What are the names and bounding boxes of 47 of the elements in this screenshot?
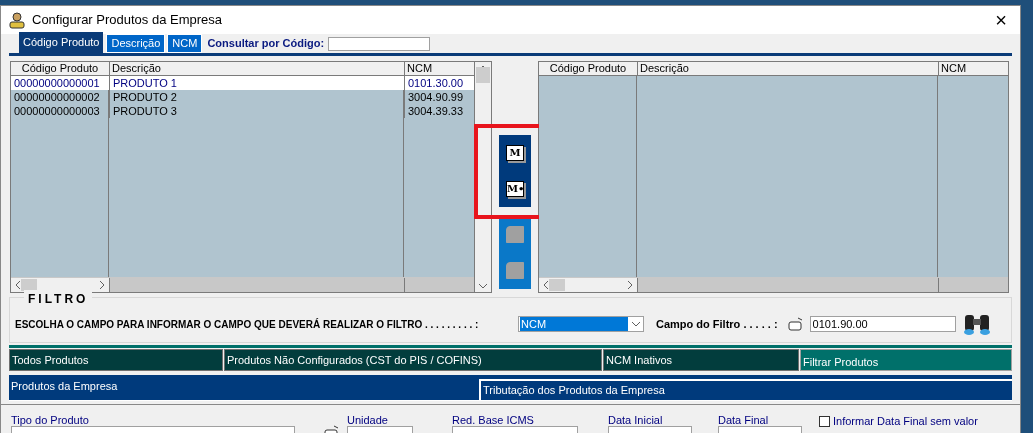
- column-header[interactable]: Descrição: [637, 62, 938, 75]
- filter-button[interactable]: Produtos Não Configurados (CST do PIS / COFINS): [224, 349, 602, 371]
- table-cell: 3004.39.33: [404, 104, 474, 118]
- close-button[interactable]: ×: [989, 10, 1013, 30]
- checkbox[interactable]: [819, 415, 830, 427]
- column-header[interactable]: NCM: [404, 62, 474, 75]
- move-button[interactable]: M•: [506, 181, 524, 197]
- filter-button[interactable]: Todos Produtos: [9, 349, 223, 371]
- scroll-thumb[interactable]: [476, 67, 490, 83]
- eraser-icon[interactable]: [787, 316, 804, 332]
- filter-button[interactable]: Filtrar Produtos: [800, 349, 1012, 371]
- search-tab[interactable]: Descrição: [106, 34, 166, 53]
- column-header[interactable]: Código Produto: [11, 62, 109, 75]
- filter-button[interactable]: NCM Inativos: [603, 349, 799, 371]
- search-tab[interactable]: Código Produto: [19, 32, 104, 53]
- field-label: Red. Base ICMS: [452, 413, 534, 428]
- scroll-thumb[interactable]: [21, 279, 37, 291]
- table-cell-text: 00000000000002: [13, 90, 101, 104]
- field-label: Data Inicial: [608, 413, 663, 428]
- section-tab[interactable]: Tributação dos Produtos da Empresa: [479, 379, 1012, 400]
- move-button[interactable]: [506, 262, 524, 280]
- column-header[interactable]: NCM: [938, 62, 1008, 75]
- column-header[interactable]: Código Produto: [539, 62, 637, 75]
- field-dropdown[interactable]: NCM: [518, 316, 644, 332]
- checkbox-label: Informar Data Final sem valor: [833, 414, 978, 429]
- table-cell: 3004.90.99: [404, 90, 474, 104]
- field-label: Unidade: [347, 413, 388, 428]
- field-label: Data Final: [718, 413, 769, 428]
- table-cell-text: 00000000000001: [13, 76, 101, 90]
- column-header[interactable]: Descrição: [109, 62, 404, 75]
- table-cell: PRODUTO 2: [109, 90, 404, 104]
- search-tab[interactable]: NCM: [167, 34, 203, 53]
- filter-prompt: ESCOLHA O CAMPO PARA INFORMAR O CAMPO QUE DEVERÁ REALIZAR O FILTRO . . . . . . . . . :: [15, 317, 480, 332]
- filter-value-field[interactable]: 0101.90.00: [809, 316, 956, 332]
- table-cell: 0101.30.00: [404, 76, 474, 90]
- filter-value-label: Campo do Filtro . . . . . :: [656, 316, 778, 332]
- field-label: Tipo do Produto: [11, 413, 89, 428]
- table-cell: PRODUTO 1: [109, 76, 404, 90]
- move-button[interactable]: M: [506, 145, 524, 161]
- table-cell-text: 00000000000003: [13, 104, 101, 118]
- scroll-thumb[interactable]: [549, 279, 565, 291]
- code-input-field[interactable]: [328, 36, 431, 51]
- table-cell: PRODUTO 3: [109, 104, 404, 118]
- window-title: Configurar Produtos da Empresa: [32, 11, 224, 30]
- person-icon: [8, 11, 26, 29]
- consult-label: Consultar por Código:: [207, 36, 325, 52]
- move-button[interactable]: [506, 225, 524, 243]
